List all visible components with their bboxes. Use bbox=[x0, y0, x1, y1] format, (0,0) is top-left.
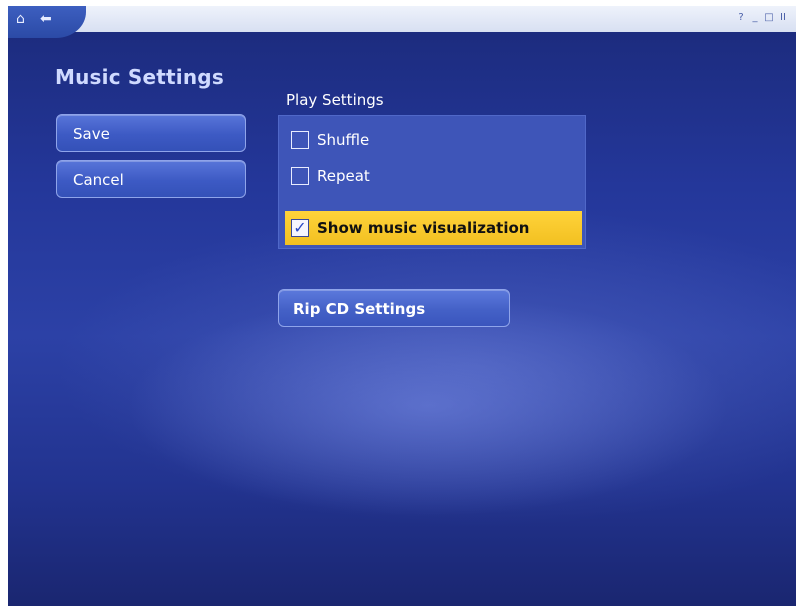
repeat-option[interactable]: Repeat bbox=[291, 162, 370, 190]
title-bar: ? _ □ II bbox=[8, 6, 796, 32]
shuffle-checkbox[interactable] bbox=[291, 131, 309, 149]
cancel-button[interactable]: Cancel bbox=[56, 160, 246, 198]
play-settings-heading: Play Settings bbox=[286, 91, 384, 109]
show-visualization-label: Show music visualization bbox=[317, 219, 530, 237]
media-center-window: ? _ □ II ⌂ ⬅ Music Settings Save Cancel … bbox=[8, 6, 796, 606]
show-visualization-option[interactable]: ✓ Show music visualization bbox=[285, 211, 582, 245]
minimize-button[interactable]: _ bbox=[750, 11, 760, 25]
play-settings-panel: Shuffle Repeat ✓ Show music visualizatio… bbox=[278, 115, 586, 249]
back-arrow-icon[interactable]: ⬅ bbox=[40, 11, 52, 27]
repeat-checkbox[interactable] bbox=[291, 167, 309, 185]
window-controls: ? _ □ II bbox=[736, 11, 788, 25]
close-button[interactable]: II bbox=[778, 11, 788, 25]
repeat-label: Repeat bbox=[317, 167, 370, 185]
home-icon[interactable]: ⌂ bbox=[16, 11, 25, 27]
shuffle-label: Shuffle bbox=[317, 131, 370, 149]
save-button[interactable]: Save bbox=[56, 114, 246, 152]
restore-button[interactable]: □ bbox=[764, 11, 774, 25]
rip-cd-settings-button[interactable]: Rip CD Settings bbox=[278, 289, 510, 327]
help-button[interactable]: ? bbox=[736, 11, 746, 25]
nav-tab: ⌂ ⬅ bbox=[8, 6, 86, 38]
page-title: Music Settings bbox=[55, 65, 224, 89]
checkmark-icon[interactable]: ✓ bbox=[291, 219, 309, 237]
shuffle-option[interactable]: Shuffle bbox=[291, 126, 369, 154]
